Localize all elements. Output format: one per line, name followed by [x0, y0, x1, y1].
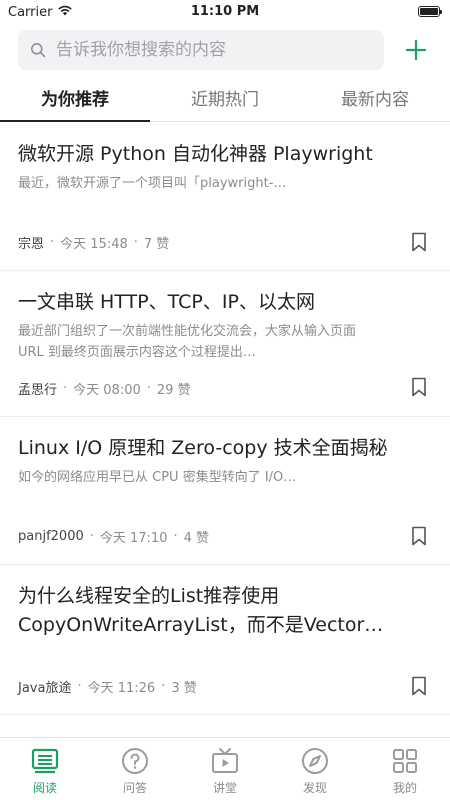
search-input[interactable]: [56, 40, 356, 60]
article-title[interactable]: Linux I/O 原理和 Zero-copy 技术全面揭秘: [18, 434, 432, 463]
plus-icon: [406, 40, 426, 60]
article-likes: 3 赞: [171, 681, 197, 696]
status-bar: Carrier 11:10 PM: [0, 0, 450, 24]
search-row: [0, 30, 450, 70]
bottom-tab-bar: 阅读 问答 讲堂 发现 我的: [0, 737, 450, 800]
tabbar-discover[interactable]: 发现: [270, 738, 360, 800]
article-item[interactable]: Linux I/O 原理和 Zero-copy 技术全面揭秘 如今的网络应用早已…: [0, 417, 450, 565]
article-feed: 微软开源 Python 自动化神器 Playwright 最近，微软开源了一个项…: [0, 123, 450, 737]
article-title[interactable]: 一文串联 HTTP、TCP、IP、以太网: [18, 288, 432, 317]
article-meta: 宗恩 · 今天 15:48 · 7 赞: [18, 233, 170, 252]
bookmark-icon: [412, 526, 426, 546]
article-time: 今天 11:26: [87, 681, 156, 696]
article-meta: panjf2000 · 今天 17:10 · 4 赞: [18, 529, 210, 546]
tabbar-lecture[interactable]: 讲堂: [180, 738, 270, 800]
bookmark-button[interactable]: [408, 231, 430, 253]
article-author[interactable]: 宗恩: [18, 233, 44, 252]
article-author[interactable]: 孟思行: [18, 379, 57, 398]
add-button[interactable]: [402, 36, 430, 64]
article-summary: 最近部门组织了一次前端性能优化交流会，大家从输入页面 URL 到最终页面展示内容…: [18, 324, 357, 360]
feed-tabs: 为你推荐 近期热门 最新内容: [0, 80, 450, 122]
article-item[interactable]: 为什么线程安全的List推荐使用CopyOnWriteArrayList，而不是…: [0, 565, 450, 715]
article-time: 今天 08:00: [73, 383, 141, 398]
tab-trending[interactable]: 近期热门: [150, 80, 300, 121]
tv-icon: [211, 747, 239, 775]
tabbar-reading[interactable]: 阅读: [0, 738, 90, 800]
search-box[interactable]: [18, 30, 384, 70]
article-likes: 7 赞: [143, 237, 170, 252]
article-title[interactable]: 为什么线程安全的List推荐使用CopyOnWriteArrayList，而不是…: [18, 582, 432, 640]
article-meta: 孟思行 · 今天 08:00 · 29 赞: [18, 379, 191, 398]
tabbar-label: 讲堂: [212, 781, 237, 795]
bookmark-icon: [412, 232, 426, 252]
battery-icon: [418, 6, 442, 17]
article-time: 今天 17:10: [99, 531, 168, 546]
bookmark-button[interactable]: [408, 525, 430, 547]
compass-icon: [301, 747, 329, 775]
tabbar-qa[interactable]: 问答: [90, 738, 180, 800]
tabbar-label: 问答: [122, 781, 147, 795]
bookmark-button[interactable]: [408, 675, 430, 697]
bookmark-icon: [412, 676, 426, 696]
article-summary: 如今的网络应用早已从 CPU 密集型转向了 I/O…: [18, 470, 297, 485]
grid-icon: [391, 747, 419, 775]
article-author[interactable]: Java旅途: [18, 677, 71, 696]
article-item[interactable]: 微软开源 Python 自动化神器 Playwright 最近，微软开源了一个项…: [0, 123, 450, 271]
article-meta: Java旅途 · 今天 11:26 · 3 赞: [18, 677, 197, 696]
article-likes: 4 赞: [183, 531, 210, 546]
article-author[interactable]: panjf2000: [18, 529, 84, 544]
bookmark-icon: [412, 377, 426, 397]
reading-icon: [31, 747, 59, 775]
tab-recommended[interactable]: 为你推荐: [0, 80, 150, 122]
article-summary: 最近，微软开源了一个项目叫「playwright-…: [18, 176, 287, 191]
article-item[interactable]: 一文串联 HTTP、TCP、IP、以太网 最近部门组织了一次前端性能优化交流会，…: [0, 271, 450, 417]
tabbar-label: 我的: [392, 781, 417, 795]
tabbar-mine[interactable]: 我的: [360, 738, 450, 800]
question-icon: [121, 747, 149, 775]
tabbar-label: 发现: [302, 781, 327, 795]
article-title[interactable]: 微软开源 Python 自动化神器 Playwright: [18, 140, 432, 169]
search-icon: [30, 42, 46, 58]
bookmark-button[interactable]: [408, 376, 430, 398]
tabbar-label: 阅读: [32, 781, 57, 795]
tab-latest[interactable]: 最新内容: [300, 80, 450, 121]
article-time: 今天 15:48: [60, 237, 128, 252]
article-likes: 29 赞: [156, 383, 191, 398]
clock: 11:10 PM: [190, 4, 260, 19]
